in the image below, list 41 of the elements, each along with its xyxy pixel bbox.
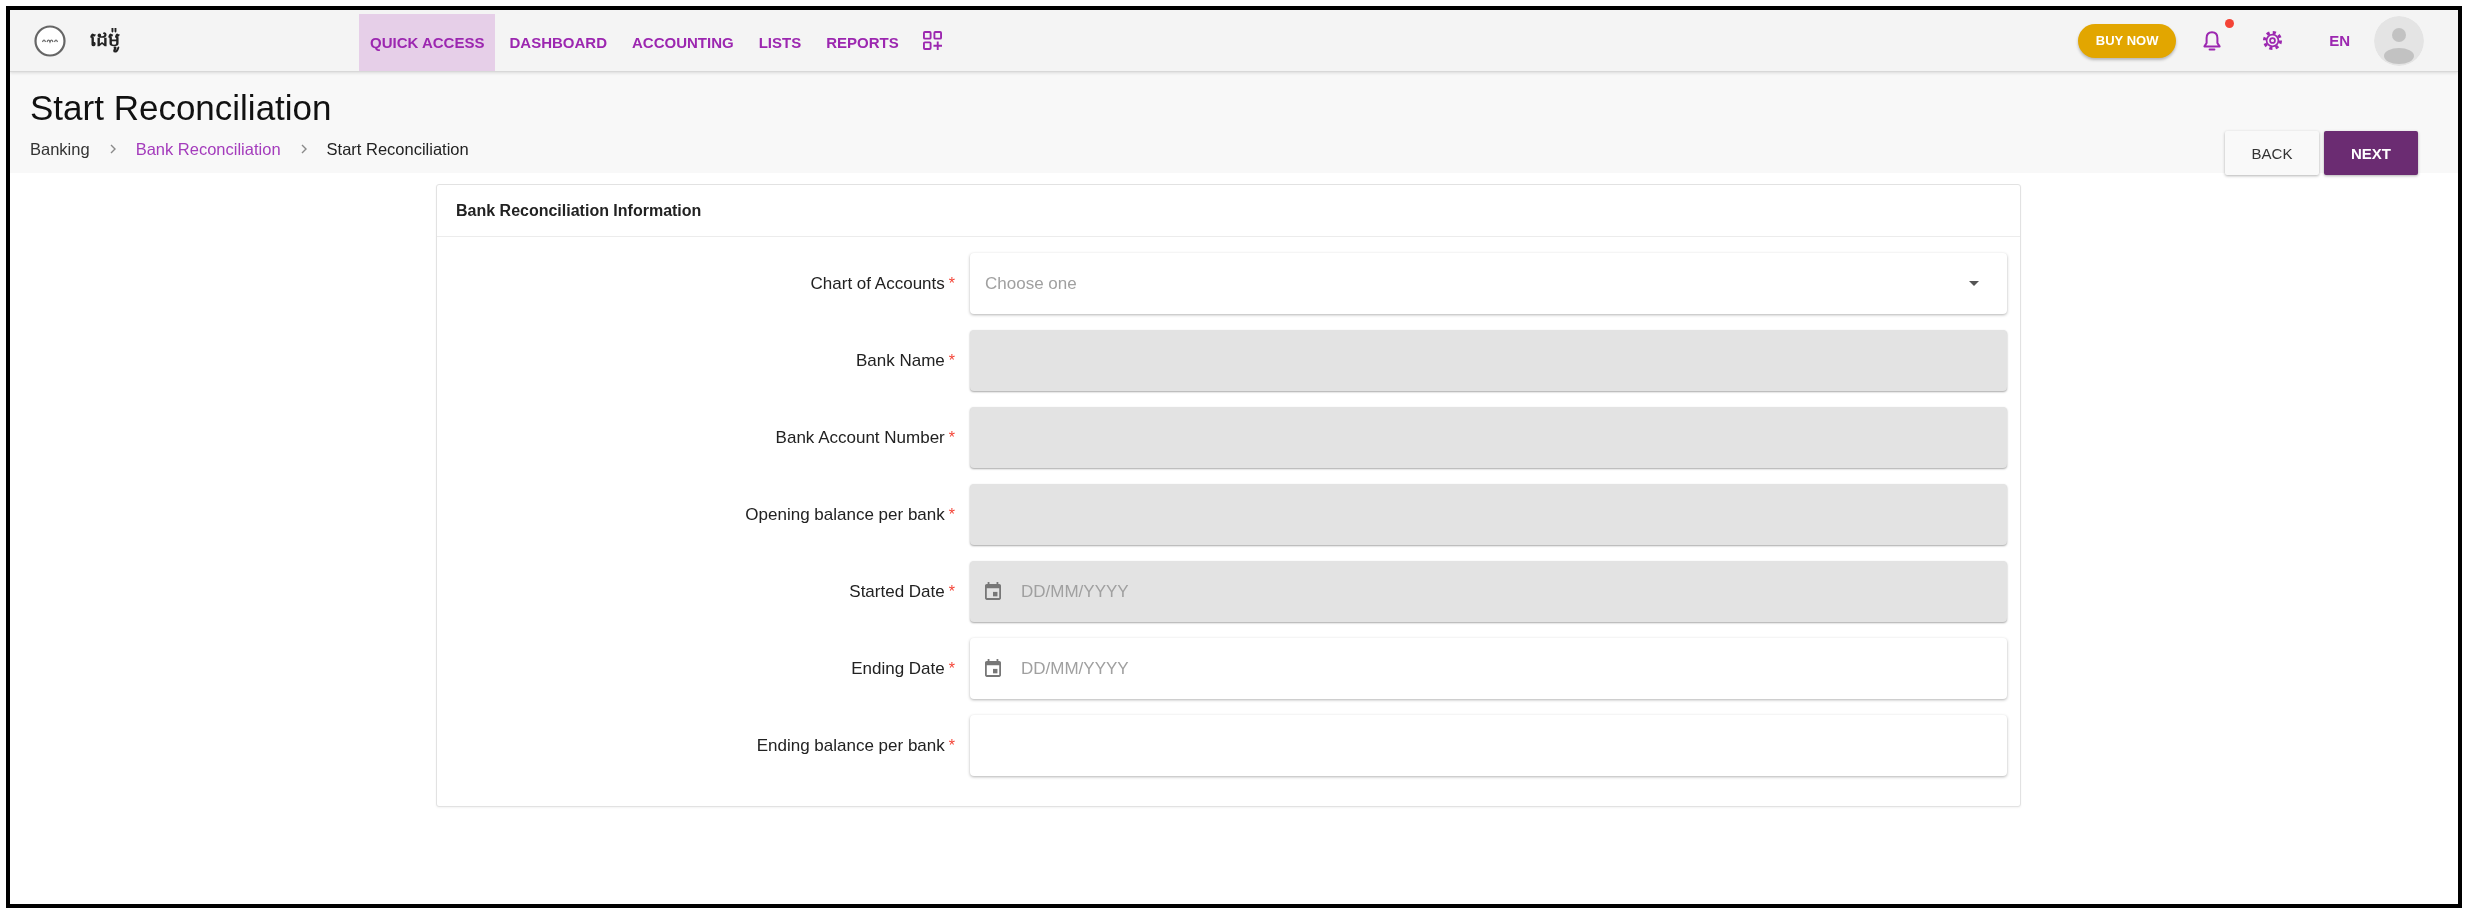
field-label: Ending Date [851, 658, 945, 679]
card-title: Bank Reconciliation Information [456, 201, 702, 220]
required-mark: * [948, 274, 955, 293]
required-mark: * [948, 428, 955, 447]
field-label: Bank Name [855, 350, 945, 371]
required-mark: * [948, 582, 955, 601]
field-label: Bank Account Number [775, 427, 945, 448]
bell-icon[interactable] [2202, 29, 2223, 52]
required-mark: * [948, 736, 955, 755]
logo-icon[interactable] [34, 24, 66, 57]
avatar-icon[interactable] [2374, 15, 2424, 66]
chevron-right-icon [300, 144, 307, 154]
nav-tab[interactable]: REPORTS [815, 14, 910, 71]
next-button[interactable]: NEXT [2324, 131, 2418, 175]
grid-plus-icon[interactable] [922, 31, 942, 50]
back-button[interactable]: BACK [2225, 131, 2319, 175]
calendar-icon [985, 659, 1001, 677]
select-field[interactable]: Choose one [970, 253, 2007, 314]
settings-icon[interactable] [2262, 30, 2284, 51]
required-mark: * [948, 659, 955, 678]
nav-tab[interactable]: ACCOUNTING [620, 14, 745, 71]
field-label: Ending balance per bank [756, 735, 945, 756]
brand-name: ដេម៉ូ [90, 26, 120, 55]
page-title: Start Reconciliation [30, 89, 333, 127]
calendar-icon [985, 582, 1001, 600]
breadcrumb-item[interactable]: Banking [30, 139, 90, 159]
caret-down-icon [1969, 281, 1979, 286]
field-label: Started Date [849, 581, 945, 602]
date-field[interactable]: DD/MM/YYYY [970, 638, 2007, 699]
breadcrumb-item[interactable]: Bank Reconciliation [135, 139, 281, 159]
nav-tab[interactable]: QUICK ACCESS [359, 14, 496, 71]
input-field[interactable] [970, 715, 2007, 776]
field-label: Opening balance per bank [745, 504, 945, 525]
nav-tab[interactable]: DASHBOARD [498, 14, 618, 71]
field-label: Chart of Accounts [810, 273, 945, 294]
required-mark: * [948, 505, 955, 524]
required-mark: * [948, 351, 955, 370]
breadcrumb-item: Start Reconciliation [326, 139, 469, 159]
language-selector[interactable]: EN [2329, 32, 2350, 49]
chevron-right-icon [109, 144, 116, 154]
nav-tab[interactable]: LISTS [747, 14, 813, 71]
